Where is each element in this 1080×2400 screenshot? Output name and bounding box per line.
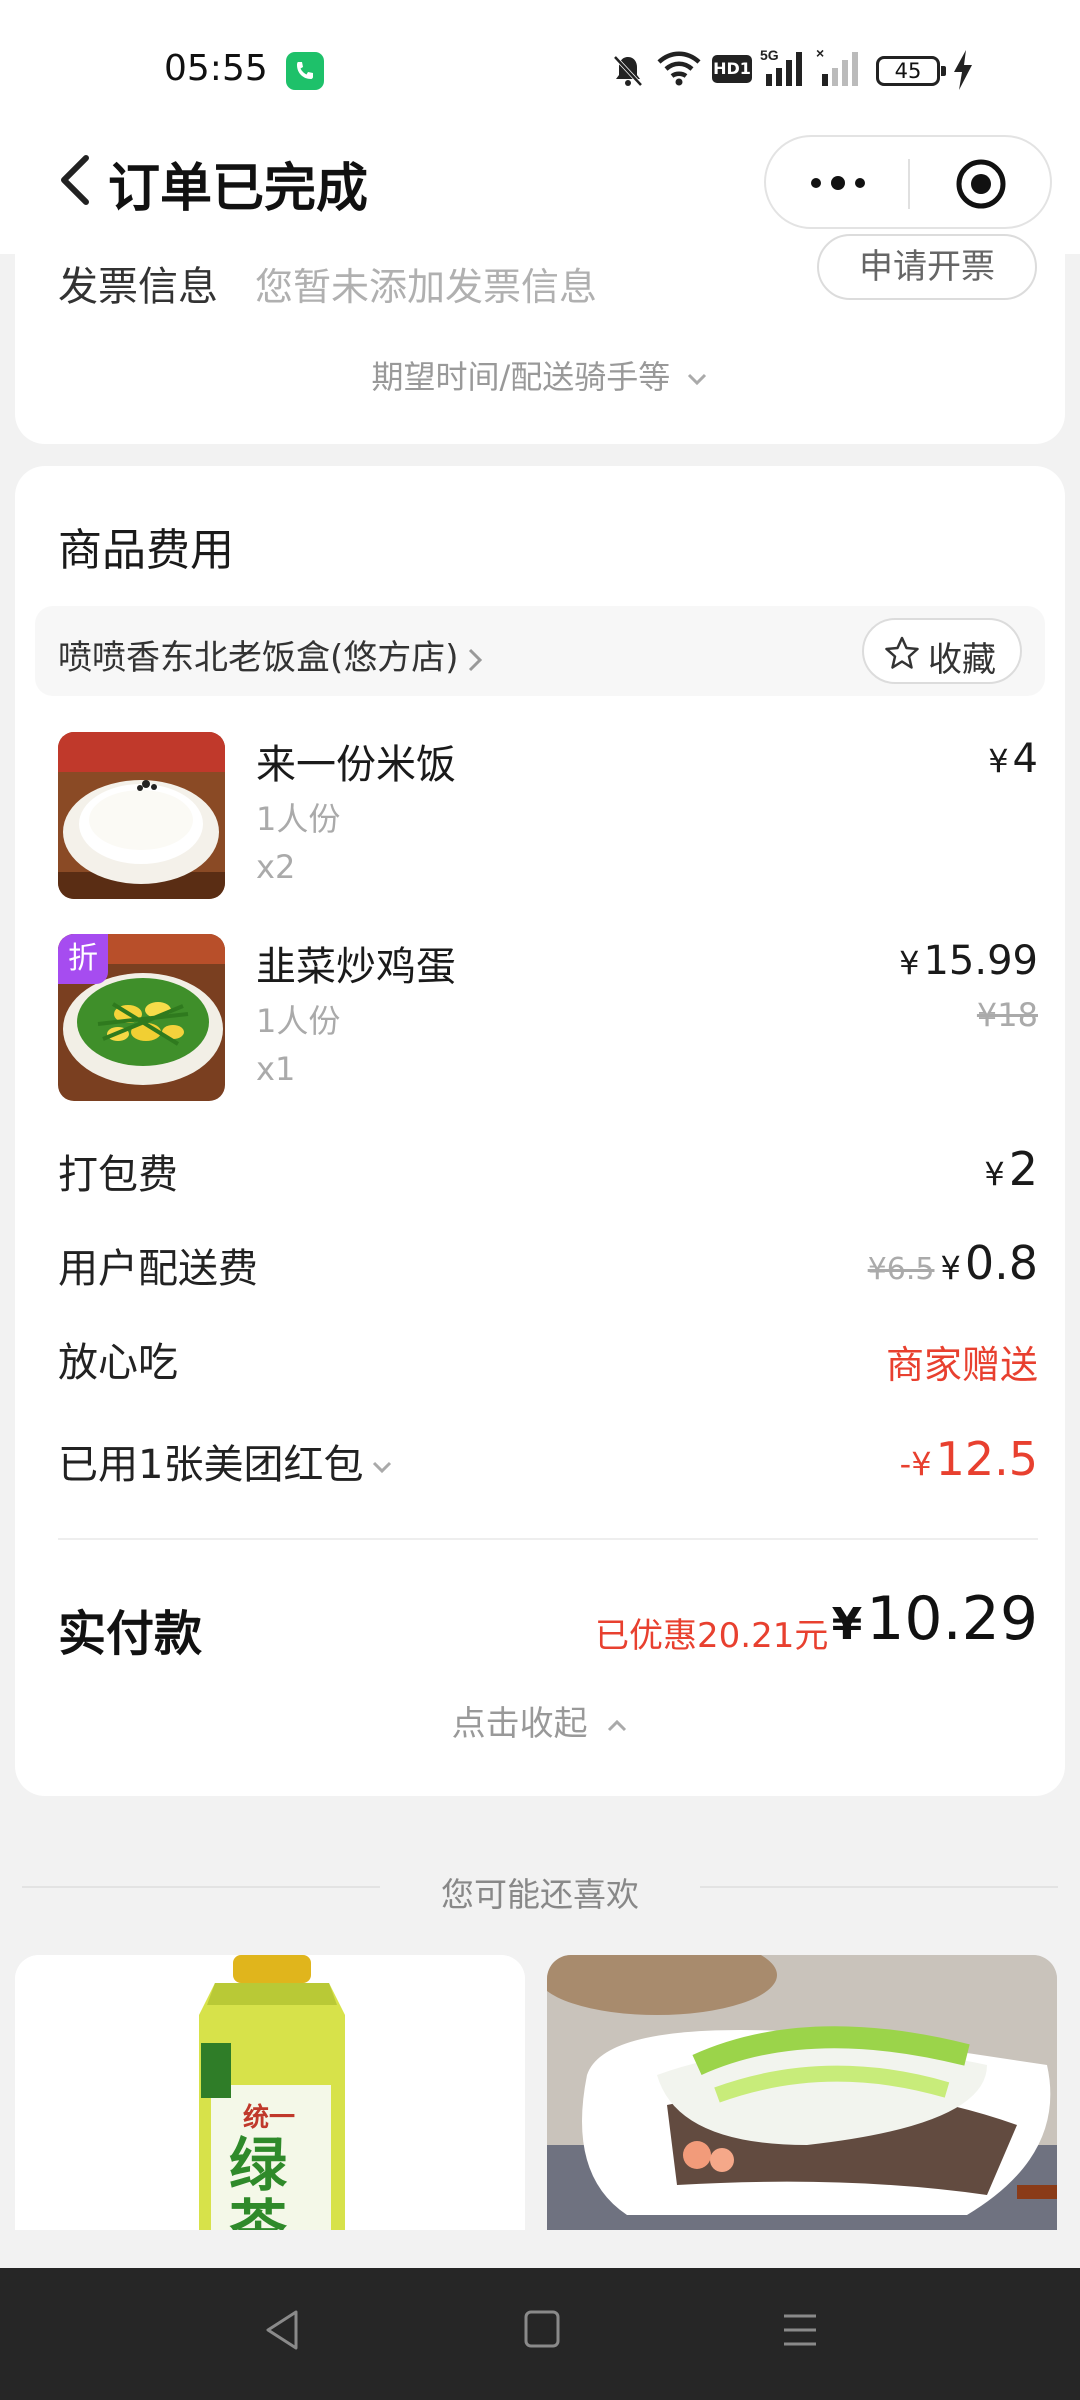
status-time: 05:55 xyxy=(164,48,268,89)
item-price-value: 4 xyxy=(1012,736,1038,782)
signal-5g-icon: 5G xyxy=(760,47,802,86)
mute-bell-icon xyxy=(613,55,643,87)
delivery-fee-amount: 0.8 xyxy=(964,1236,1038,1290)
redpacket-label[interactable]: 已用1张美团红包 xyxy=(58,1432,393,1490)
status-bar: 05:55 HD1 5G × 45 xyxy=(0,0,1080,128)
saved-amount: 已优惠20.21元 xyxy=(595,1616,829,1656)
delivery-fee-value: ¥6.5 ¥0.8 xyxy=(868,1236,1038,1290)
item-spec: 1人份 xyxy=(256,800,341,838)
safe-eat-row: 放心吃 商家赠送 xyxy=(58,1330,1038,1390)
redpacket-row[interactable]: 已用1张美团红包 -¥12.5 xyxy=(58,1432,1038,1492)
shop-name: 喷喷香东北老饭盒(悠方店) xyxy=(58,638,459,678)
currency-symbol: ¥ xyxy=(940,1249,961,1287)
divider xyxy=(58,1538,1038,1540)
item-price-value: 15.99 xyxy=(923,938,1038,984)
chevron-down-icon xyxy=(373,1461,392,1474)
mini-program-capsule xyxy=(764,135,1052,229)
paid-amount: ¥10.29 xyxy=(832,1584,1038,1654)
shop-name-link[interactable]: 喷喷香东北老饭盒(悠方店) xyxy=(58,630,483,679)
currency-symbol: ¥ xyxy=(899,944,920,982)
packing-fee-amount: 2 xyxy=(1008,1142,1038,1196)
back-arrow-icon[interactable] xyxy=(52,150,102,210)
battery-icon: 45 xyxy=(876,56,946,86)
paid-label: 实付款 xyxy=(58,1606,203,1662)
menu-lines-icon[interactable] xyxy=(780,2308,820,2352)
item-price: ¥15.99 xyxy=(899,938,1038,984)
system-nav-bar xyxy=(0,2268,1080,2400)
discount-tag: 折 xyxy=(58,934,108,984)
packing-fee-row: 打包费 ¥2 xyxy=(58,1142,1038,1202)
wifi-icon xyxy=(657,51,701,86)
invoice-label: 发票信息 xyxy=(58,264,218,310)
expect-time-label: 期望时间/配送骑手等 xyxy=(371,358,671,396)
charging-bolt-icon xyxy=(954,50,972,90)
packing-fee-value: ¥2 xyxy=(984,1142,1038,1196)
rice-image xyxy=(58,732,225,899)
redpacket-value: -¥12.5 xyxy=(900,1432,1038,1486)
redpacket-prefix: -¥ xyxy=(899,1445,932,1483)
safe-eat-label: 放心吃 xyxy=(58,1340,178,1386)
chevron-right-icon xyxy=(468,648,482,671)
rice-roll-image xyxy=(547,1955,1057,2230)
chevron-down-icon xyxy=(688,373,707,386)
redpacket-amount: 12.5 xyxy=(935,1432,1038,1486)
section-title: 商品费用 xyxy=(58,525,234,576)
hd-badge: HD1 xyxy=(712,55,752,83)
collapse-toggle[interactable]: 点击收起 xyxy=(15,1696,1065,1745)
recommend-item-rice-roll[interactable] xyxy=(547,1955,1057,2230)
favorite-button[interactable]: 收藏 xyxy=(862,618,1022,684)
item-price: ¥4 xyxy=(988,736,1038,782)
delivery-fee-label: 用户配送费 xyxy=(58,1246,258,1292)
more-icon[interactable] xyxy=(808,173,868,193)
currency-symbol: ¥ xyxy=(984,1155,1005,1193)
recommend-header: 您可能还喜欢 xyxy=(0,1862,1080,1914)
svg-text:5G: 5G xyxy=(760,47,779,63)
collapse-label: 点击收起 xyxy=(451,1704,588,1744)
home-square-icon[interactable] xyxy=(522,2308,562,2352)
item-qty: x1 xyxy=(256,1050,296,1088)
order-item[interactable]: 折 韭菜炒鸡蛋 1人份 x1 ¥15.99 ¥18 xyxy=(58,934,1038,1104)
svg-text:×: × xyxy=(816,46,824,61)
delivery-fee-row: 用户配送费 ¥6.5 ¥0.8 xyxy=(58,1236,1038,1296)
phone-call-icon xyxy=(286,52,324,90)
paid-amount-value: 10.29 xyxy=(866,1584,1038,1654)
item-original-price: ¥18 xyxy=(976,996,1038,1034)
apply-invoice-button[interactable]: 申请开票 xyxy=(817,234,1037,300)
packing-fee-label: 打包费 xyxy=(58,1152,178,1198)
page-title: 订单已完成 xyxy=(108,159,369,219)
item-name: 来一份米饭 xyxy=(256,742,456,788)
signal-weak-icon: × xyxy=(816,46,858,86)
recommend-title: 您可能还喜欢 xyxy=(441,1875,639,1914)
chive-egg-image: 折 xyxy=(58,934,225,1101)
expect-time-toggle[interactable]: 期望时间/配送骑手等 xyxy=(15,352,1065,398)
divider xyxy=(700,1886,1058,1888)
redpacket-label-text: 已用1张美团红包 xyxy=(58,1442,364,1488)
item-spec: 1人份 xyxy=(256,1002,341,1040)
goods-fee-card: 商品费用 喷喷香东北老饭盒(悠方店) 收藏 来一份米饭 1人份 x2 ¥ 4 折… xyxy=(15,466,1065,1796)
recommend-item-green-tea[interactable]: 统一 绿茶 xyxy=(15,1955,525,2230)
status-icons: HD1 5G × 45 xyxy=(610,46,1080,96)
shop-bar[interactable]: 喷喷香东北老饭盒(悠方店) 收藏 xyxy=(35,606,1045,696)
product-label: 绿茶 xyxy=(229,2133,288,2231)
delivery-fee-original: ¥6.5 xyxy=(867,1252,935,1287)
order-item[interactable]: 来一份米饭 1人份 x2 ¥4 xyxy=(58,732,1038,902)
back-triangle-icon[interactable] xyxy=(262,2308,302,2352)
safe-eat-value: 商家赠送 xyxy=(885,1343,1038,1387)
capsule-divider xyxy=(908,159,910,209)
favorite-label: 收藏 xyxy=(928,640,996,680)
chevron-up-icon xyxy=(608,1719,627,1731)
invoice-placeholder: 您暂未添加发票信息 xyxy=(255,265,598,309)
currency-symbol: ¥ xyxy=(988,742,1009,780)
item-name: 韭菜炒鸡蛋 xyxy=(256,944,456,990)
currency-symbol: ¥ xyxy=(831,1599,863,1650)
item-qty: x2 xyxy=(256,848,296,886)
star-icon xyxy=(885,636,919,669)
close-target-icon[interactable] xyxy=(954,157,1008,211)
order-info-card: 发票信息 您暂未添加发票信息 申请开票 期望时间/配送骑手等 xyxy=(15,234,1065,444)
brand-label: 统一 xyxy=(243,2102,296,2132)
